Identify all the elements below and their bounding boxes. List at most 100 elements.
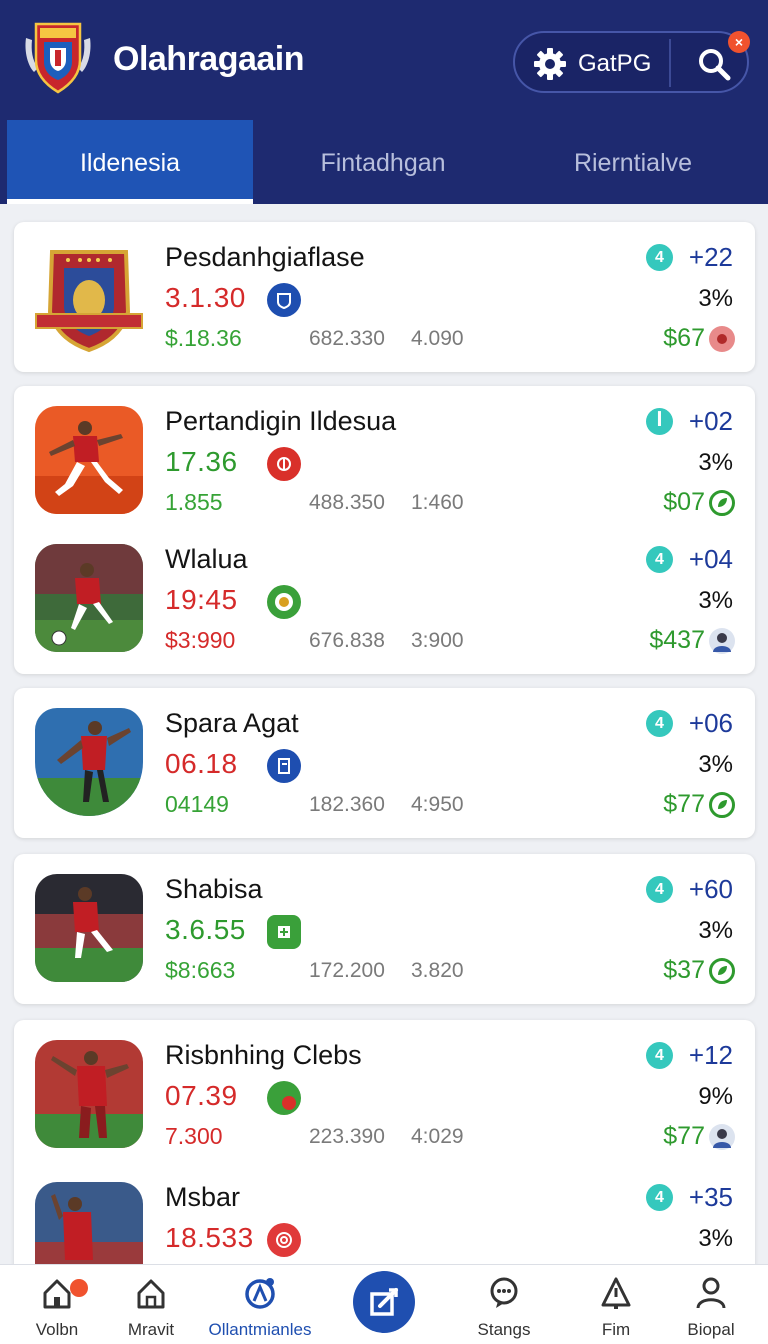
nav-item-stangs[interactable]: Stangs [449, 1275, 559, 1340]
match-name: Pertandigin Ildesua [165, 406, 397, 436]
match-percent: 3% [698, 1225, 733, 1252]
match-odds: 04149 [165, 791, 229, 817]
ball-icon [245, 1278, 275, 1309]
nav-item-fim[interactable]: Fim [561, 1275, 671, 1340]
nav-label: Ollantmianles [208, 1320, 312, 1339]
nav-label: Biopal [687, 1320, 735, 1339]
match-score: 06.18 [165, 748, 238, 779]
green-leaf-icon [709, 792, 735, 818]
alert-icon [601, 1277, 631, 1309]
match-stat-time: 4:950 [411, 793, 464, 816]
match-percent: 3% [698, 587, 733, 614]
tab-fintadhgan[interactable]: Fintadhgan [260, 120, 506, 204]
player-photo-thumbnail [35, 874, 143, 982]
match-delta: +35 [688, 1182, 733, 1212]
match-percent: 3% [698, 751, 733, 778]
match-money: $67 [663, 324, 705, 352]
user-icon [696, 1277, 726, 1309]
tab-bar: Ildenesia Fintadhgan Rierntialve [0, 118, 768, 204]
shield-badge-icon [267, 283, 301, 317]
match-row[interactable]: Pesdanhgiaflase 3.1.30 $.18.36 682.330 4… [14, 222, 755, 362]
match-stat-volume: 488.350 [309, 491, 385, 514]
rank-badge: 4 [646, 546, 673, 573]
match-stat-volume: 682.330 [309, 327, 385, 350]
match-stat-time: 1:460 [411, 491, 464, 514]
match-money: $77 [663, 790, 705, 818]
club-shield-icon [35, 250, 143, 353]
nav-notification-dot [70, 1279, 88, 1297]
search-icon[interactable] [696, 46, 732, 82]
match-row[interactable]: Risbnhing Clebs 07.39 7.300 223.390 4:02… [14, 1020, 755, 1160]
player-photo-thumbnail [35, 708, 143, 816]
match-money: $07 [663, 488, 705, 516]
match-name: Wlalua [165, 544, 248, 574]
match-percent: 9% [698, 1083, 733, 1110]
settings-action-label[interactable]: GatPG [578, 50, 651, 78]
rank-badge: 4 [646, 1184, 673, 1211]
match-card[interactable]: Spara Agat 06.18 04149 182.360 4:950 4 +… [14, 688, 755, 838]
chat-icon [490, 1277, 518, 1308]
rank-badge: 4 [646, 710, 673, 737]
match-name: Pesdanhgiaflase [165, 242, 365, 272]
match-name: Msbar [165, 1182, 241, 1212]
green-square-badge-icon [267, 915, 301, 949]
match-delta: +22 [688, 242, 733, 272]
match-row[interactable]: Pertandigin Ildesua 17.36 1.855 488.350 … [14, 386, 755, 526]
match-stat-time: 4:029 [411, 1125, 464, 1148]
tab-ildenesia[interactable]: Ildenesia [7, 120, 253, 204]
house-icon [137, 1279, 165, 1309]
match-name: Spara Agat [165, 708, 299, 738]
club-crest-logo-icon[interactable] [22, 16, 94, 96]
notification-badge: × [728, 31, 750, 53]
match-stat-volume: 676.838 [309, 629, 385, 652]
match-card[interactable]: Pertandigin Ildesua 17.36 1.855 488.350 … [14, 386, 755, 674]
match-stat-time: 3.820 [411, 959, 464, 982]
header-action-pill: GatPG × [513, 31, 750, 93]
match-percent: 3% [698, 917, 733, 944]
rank-badge: 4 [646, 1042, 673, 1069]
nav-item-mravit[interactable]: Mravit [96, 1275, 206, 1340]
match-name: Shabisa [165, 874, 263, 904]
rank-badge: 4 [646, 876, 673, 903]
match-odds: $.18.36 [165, 325, 242, 351]
red-swirl-badge-icon [267, 1223, 301, 1257]
red-coin-icon [709, 326, 735, 352]
match-stat-time: 4.090 [411, 327, 464, 350]
match-percent: 3% [698, 285, 733, 312]
compose-icon [370, 1288, 398, 1316]
compose-button[interactable] [353, 1271, 415, 1333]
blue-doc-badge-icon [267, 749, 301, 783]
match-score: 07.39 [165, 1080, 238, 1111]
nav-item-biopal[interactable]: Biopal [656, 1275, 766, 1340]
match-score: 17.36 [165, 446, 238, 477]
match-odds: 7.300 [165, 1123, 223, 1149]
match-odds: $8:663 [165, 957, 236, 983]
match-score: 3.1.30 [165, 282, 246, 313]
match-score: 3.6.55 [165, 914, 246, 945]
green-ring-badge-icon [267, 585, 301, 619]
nav-item-ollantmianles[interactable]: Ollantmianles [205, 1275, 315, 1340]
match-stat-volume: 182.360 [309, 793, 385, 816]
match-odds: $3:990 [165, 627, 236, 653]
avatar-icon [709, 1124, 735, 1150]
match-card[interactable]: Pesdanhgiaflase 3.1.30 $.18.36 682.330 4… [14, 222, 755, 372]
bottom-nav-bar: Volbn Mravit Ollantmianles Stangs Fim Bi… [0, 1264, 768, 1344]
match-card[interactable]: Risbnhing Clebs 07.39 7.300 223.390 4:02… [14, 1020, 755, 1290]
home-icon [43, 1279, 71, 1309]
gear-icon[interactable] [533, 47, 567, 81]
green-leaf-icon [709, 958, 735, 984]
match-score: 18.533 [165, 1222, 254, 1253]
match-delta: +04 [688, 544, 733, 574]
tab-rierntialve[interactable]: Rierntialve [510, 120, 756, 204]
match-money: $437 [649, 626, 705, 654]
match-row[interactable]: Wlalua 19:45 $3:990 676.838 3:900 4 +04 … [14, 524, 755, 664]
app-title: Olahragaain [113, 40, 305, 78]
match-card[interactable]: Shabisa 3.6.55 $8:663 172.200 3.820 4 +6… [14, 854, 755, 1004]
match-delta: +02 [688, 406, 733, 436]
match-row[interactable]: Shabisa 3.6.55 $8:663 172.200 3.820 4 +6… [14, 854, 755, 994]
match-row[interactable]: Spara Agat 06.18 04149 182.360 4:950 4 +… [14, 688, 755, 828]
rank-badge: ꟾ [646, 408, 673, 435]
match-stat-volume: 223.390 [309, 1125, 385, 1148]
match-delta: +06 [688, 708, 733, 738]
match-delta: +12 [688, 1040, 733, 1070]
